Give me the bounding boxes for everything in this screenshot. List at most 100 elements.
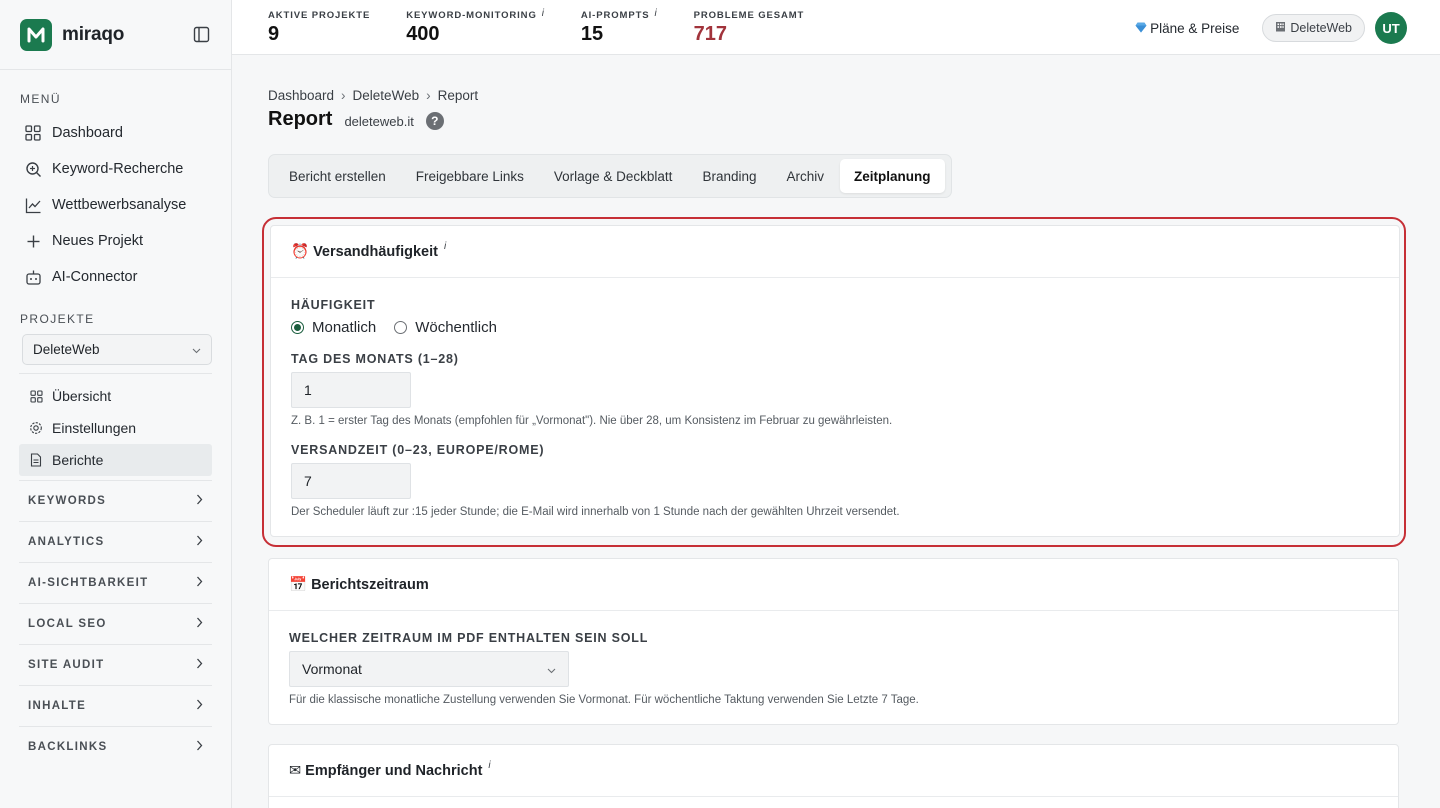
breadcrumb-separator: › [341, 88, 346, 103]
frequency-label: HÄUFIGKEIT [291, 298, 376, 312]
group-label: KEYWORDS [28, 495, 107, 507]
menu-item-label: Dashboard [52, 125, 123, 141]
gem-icon [1135, 21, 1147, 36]
main-menu: Dashboard Keyword-Recherche Wettbewerbsa… [0, 115, 231, 295]
chevron-down-icon [547, 661, 556, 677]
avatar[interactable]: UT [1375, 12, 1407, 44]
day-of-month-help: Z. B. 1 = erster Tag des Monats (empfohl… [291, 415, 893, 427]
plus-icon [24, 232, 42, 250]
period-label: WELCHER ZEITRAUM IM PDF ENTHALTEN SEIN S… [289, 631, 649, 645]
menu-item-competitor-analysis[interactable]: Wettbewerbsanalyse [0, 187, 231, 223]
stat-ai-prompts: AI-PROMPTS i 15 [580, 8, 658, 46]
workspace-button[interactable]: DeleteWeb [1262, 14, 1365, 42]
tab-template-cover[interactable]: Vorlage & Deckblatt [540, 159, 687, 193]
sidebar-item-overview[interactable]: Übersicht [19, 380, 212, 412]
sidebar-group-backlinks[interactable]: BACKLINKS [19, 726, 212, 767]
project-select[interactable]: DeleteWeb [22, 334, 212, 365]
app-shell: miraqo MENÜ Dashboard Keyword-Recherche … [0, 0, 1440, 808]
stat-label: AI-PROMPTS i [580, 8, 658, 21]
radio-monthly[interactable]: Monatlich [291, 319, 376, 336]
radio-label: Wöchentlich [415, 319, 497, 336]
bot-icon [24, 268, 42, 286]
brand-logo[interactable] [20, 18, 52, 51]
menu-item-keyword-research[interactable]: Keyword-Recherche [0, 151, 231, 187]
grid-small-icon [29, 389, 43, 403]
stat-label: PROBLEME GESAMT [693, 10, 805, 21]
page-content: Dashboard › DeleteWeb › Report Report de… [232, 88, 1440, 198]
menu-item-new-project[interactable]: Neues Projekt [0, 223, 231, 259]
sidebar-group-ai-visibility[interactable]: AI-SICHTBARKEIT [19, 562, 212, 603]
chevron-right-icon [196, 576, 203, 590]
breadcrumb-project[interactable]: DeleteWeb [353, 88, 420, 103]
sidebar-groups: KEYWORDS ANALYTICS AI-SICHTBARKEIT LOCAL… [0, 480, 231, 767]
sidebar-group-analytics[interactable]: ANALYTICS [19, 521, 212, 562]
tab-create-report[interactable]: Bericht erstellen [275, 159, 400, 193]
day-of-month-label: TAG DES MONATS (1–28) [291, 352, 459, 366]
scrollbar[interactable] [1430, 55, 1440, 808]
plans-label: Pläne & Preise [1150, 20, 1240, 36]
tab-scheduling[interactable]: Zeitplanung [840, 159, 945, 193]
alarm-clock-icon: ⏰ [291, 244, 310, 260]
recipients-card: ✉ Empfänger und Nachricht i [268, 744, 1399, 808]
brand-name: miraqo [62, 23, 125, 45]
page-title: Report [268, 108, 333, 130]
plans-pricing-link[interactable]: Pläne & Preise [1135, 21, 1239, 36]
info-icon[interactable]: i [488, 760, 490, 771]
building-icon [1275, 21, 1286, 35]
card-body: WELCHER ZEITRAUM IM PDF ENTHALTEN SEIN S… [269, 611, 1398, 724]
group-label: LOCAL SEO [28, 618, 107, 630]
card-header: ✉ Empfänger und Nachricht i [269, 745, 1398, 797]
topbar-actions: Pläne & Preise DeleteWeb UT [1135, 12, 1407, 44]
search-icon [24, 160, 42, 178]
tab-shareable-links[interactable]: Freigebbare Links [402, 159, 538, 193]
highlight-frame: ⏰ Versandhäufigkeit i HÄUFIGKEIT Monatli… [262, 217, 1406, 547]
info-icon[interactable]: i [655, 8, 658, 19]
menu-item-ai-connector[interactable]: AI-Connector [0, 259, 231, 295]
frequency-radio-group: Monatlich Wöchentlich [291, 319, 1379, 336]
chevron-down-icon [192, 342, 201, 357]
menu-section-label: MENÜ [20, 92, 61, 106]
sidebar-item-label: Berichte [52, 452, 104, 468]
radio-weekly[interactable]: Wöchentlich [394, 319, 497, 336]
grid-icon [24, 124, 42, 142]
stat-label: AKTIVE PROJEKTE [268, 10, 371, 21]
sidebar-group-site-audit[interactable]: SITE AUDIT [19, 644, 212, 685]
info-icon[interactable]: i [444, 241, 446, 252]
chart-icon [24, 196, 42, 214]
chevron-right-icon [196, 658, 203, 672]
radio-label: Monatlich [312, 319, 377, 336]
help-icon[interactable]: ? [425, 111, 444, 130]
tab-archive[interactable]: Archiv [772, 159, 838, 193]
send-time-help: Der Scheduler läuft zur :15 jeder Stunde… [291, 506, 900, 518]
menu-item-label: Keyword-Recherche [52, 161, 184, 177]
sidebar-panel-icon [193, 26, 209, 43]
stat-label: KEYWORD-MONITORING i [406, 8, 545, 21]
sidebar-group-keywords[interactable]: KEYWORDS [19, 480, 212, 521]
sidebar-toggle-button[interactable] [191, 25, 211, 45]
sidebar-group-local-seo[interactable]: LOCAL SEO [19, 603, 212, 644]
project-submenu: Übersicht Einstellungen Berichte [0, 374, 231, 476]
stat-value: 717 [693, 23, 728, 45]
sidebar-item-reports[interactable]: Berichte [19, 444, 212, 476]
menu-item-label: AI-Connector [52, 269, 138, 285]
sidebar-item-settings[interactable]: Einstellungen [19, 412, 212, 444]
frequency-card: ⏰ Versandhäufigkeit i HÄUFIGKEIT Monatli… [270, 225, 1400, 537]
day-of-month-input[interactable] [291, 372, 411, 408]
stat-keyword-monitoring: KEYWORD-MONITORING i 400 [406, 8, 545, 46]
breadcrumb-current: Report [437, 88, 479, 103]
card-header: 📅 Berichtszeitraum [269, 559, 1398, 611]
topbar: AKTIVE PROJEKTE 9 KEYWORD-MONITORING i 40… [232, 0, 1440, 55]
send-time-input[interactable] [291, 463, 411, 499]
breadcrumb-dashboard[interactable]: Dashboard [268, 88, 334, 103]
chevron-right-icon [196, 699, 203, 713]
card-title: Versandhäufigkeit [313, 243, 438, 260]
period-select[interactable]: Vormonat [289, 651, 569, 687]
group-label: AI-SICHTBARKEIT [28, 577, 149, 589]
info-icon[interactable]: i [542, 8, 545, 19]
menu-item-dashboard[interactable]: Dashboard [0, 115, 231, 151]
workspace-label: DeleteWeb [1290, 21, 1352, 35]
tab-branding[interactable]: Branding [688, 159, 770, 193]
project-domain: deleteweb.it [344, 113, 414, 129]
sidebar-group-content[interactable]: INHALTE [19, 685, 212, 726]
stat-value: 15 [580, 23, 604, 45]
